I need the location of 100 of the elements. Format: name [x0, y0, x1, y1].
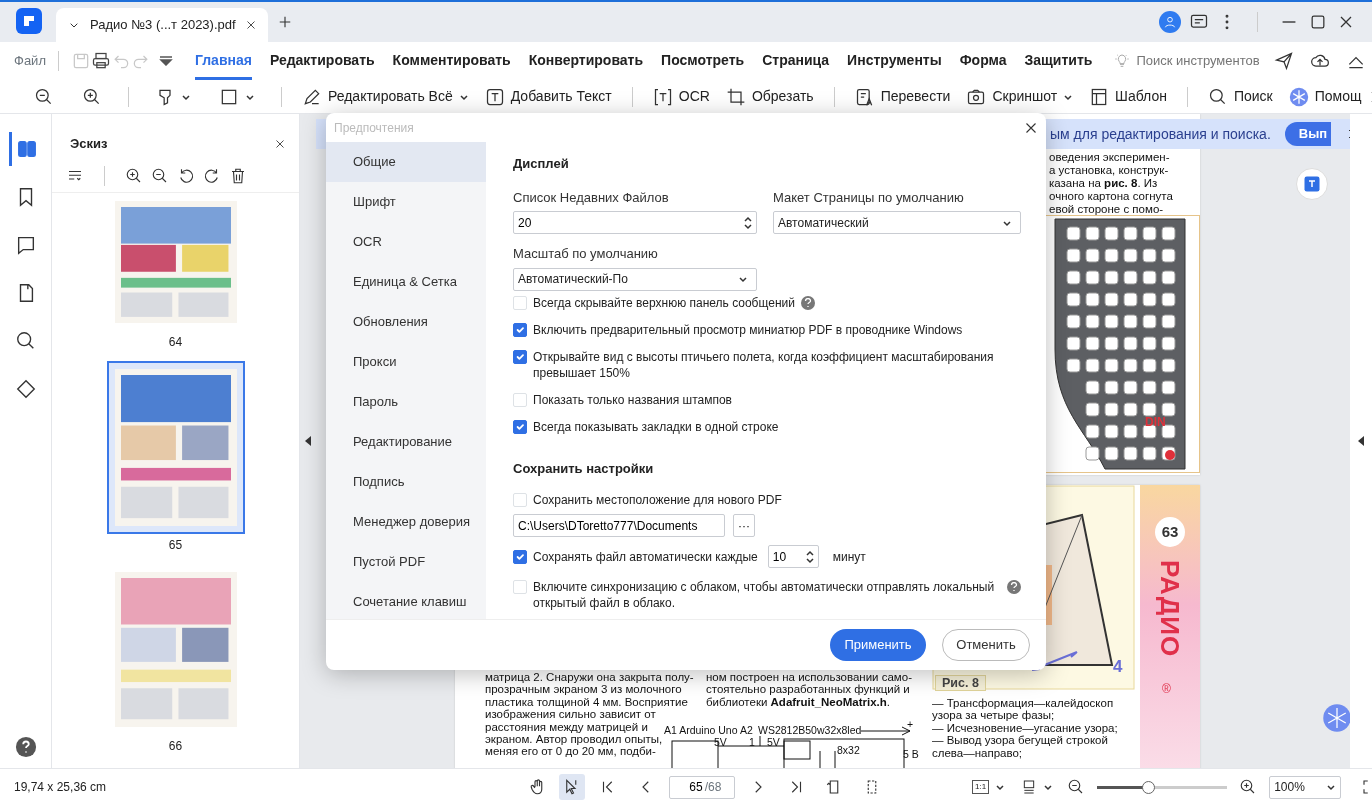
option-label: Сохранять файл автоматически каждые	[533, 548, 758, 565]
cancel-button[interactable]: Отменить	[942, 629, 1030, 661]
toolbar-button[interactable]: Скриншот	[958, 82, 1082, 111]
page-thumbnail[interactable]	[106, 361, 245, 534]
text-line: слева—направо;	[932, 746, 1023, 759]
text-box-icon	[484, 86, 505, 107]
select-field[interactable]: Автоматический-По	[513, 267, 757, 291]
browse-button[interactable]: ···	[733, 514, 755, 537]
layers-icon	[14, 378, 37, 400]
option-label: Включите синхронизацию с облаком, чтобы автоматически отправлять локальный открытый файл в облако.	[533, 579, 996, 611]
slider-thumb[interactable]	[1141, 780, 1155, 794]
schematic-label: 5V	[767, 736, 780, 749]
section-heading: Дисплей	[513, 155, 570, 173]
select-field[interactable]: Автоматический	[773, 211, 1021, 234]
ocr-icon	[1303, 175, 1321, 193]
menu-tab[interactable]: Страница	[762, 42, 830, 80]
apply-button[interactable]: Применить	[830, 629, 926, 661]
avatar-icon[interactable]	[1159, 11, 1181, 33]
stepper-icon[interactable]	[744, 215, 752, 230]
checkbox[interactable]	[513, 349, 527, 364]
translate-icon	[854, 86, 875, 107]
tab-title: Радио №3 (...т 2023).pdf	[90, 16, 236, 35]
collapse-handle[interactable]	[305, 436, 311, 446]
page-field[interactable]: 65 /68	[669, 775, 735, 799]
zoom-out-icon[interactable]	[151, 167, 169, 185]
delete-icon[interactable]	[229, 167, 247, 185]
text-line: меняя его от 0 до 20 мм, подби-	[485, 745, 656, 758]
tool-button[interactable]	[559, 774, 585, 800]
banner-button[interactable]: Вып	[1284, 122, 1332, 146]
settings-nav-item[interactable]: Менеджер доверия	[326, 502, 486, 542]
settings-nav-item[interactable]: Шрифт	[326, 182, 486, 222]
caret-icon	[738, 274, 748, 284]
path-field[interactable]: C:\Users\DToretto777\Documents	[513, 514, 725, 537]
figure-caption: Рис. 8	[935, 675, 986, 692]
page-total: /68	[704, 779, 722, 796]
text-line: стоятельно разработанных функций и	[706, 683, 910, 696]
page-input[interactable]: 65	[682, 778, 703, 796]
schematic-label: A2	[740, 724, 753, 737]
caret-icon	[1326, 782, 1337, 792]
toolbar-button[interactable]: Перевести	[846, 82, 959, 111]
toolbar-button[interactable]: Редактировать Всё	[294, 82, 477, 111]
toolbar-button[interactable]: OCR	[644, 82, 718, 111]
stepper-icon[interactable]	[805, 549, 814, 564]
page-number: 65	[168, 538, 183, 552]
registered-mark: ®	[1162, 681, 1171, 698]
menu-tab[interactable]: Комментировать	[392, 42, 511, 80]
thumbnails-icon	[16, 138, 38, 160]
settings-nav-item[interactable]: Сочетание клавиш	[326, 582, 486, 619]
toolbar-button[interactable]: Добавить Текст	[476, 82, 620, 111]
checkbox[interactable]	[513, 549, 527, 564]
settings-nav-item[interactable]: Пароль	[326, 382, 486, 422]
text-line: ном построен на использовании само-	[706, 671, 912, 684]
number-field[interactable]: 10	[767, 545, 819, 568]
send-icon[interactable]	[1274, 51, 1295, 71]
number-field[interactable]: 20	[513, 211, 757, 234]
help-icon[interactable]	[800, 295, 815, 310]
zoom-out-icon	[34, 86, 54, 107]
expand-handle[interactable]	[1358, 436, 1364, 446]
unit-label: минут	[832, 548, 866, 565]
number-input[interactable]: 10	[772, 548, 806, 565]
schematic-label: +	[907, 718, 914, 731]
settings-nav-item[interactable]: Единица & Сетка	[326, 262, 486, 302]
zoom-in-icon[interactable]	[125, 167, 143, 185]
help-icon[interactable]	[1007, 580, 1021, 594]
toolbar-button[interactable]: Шаблон	[1081, 82, 1175, 111]
menu-tab[interactable]: Защитить	[1024, 42, 1093, 80]
toolbar-button[interactable]: Поиск	[1199, 82, 1281, 111]
settings-nav-item[interactable]: OCR	[326, 222, 486, 262]
settings-nav-item[interactable]: Прокси	[326, 342, 486, 382]
menu-tab[interactable]: Форма	[959, 42, 1007, 80]
settings-nav-item[interactable]: Подпись	[326, 462, 486, 502]
checkbox[interactable]	[513, 419, 527, 434]
magazine-logo: РАДИО	[1155, 560, 1185, 658]
assistant-icon[interactable]	[1322, 703, 1350, 733]
menu-tab[interactable]: Инструменты	[847, 42, 942, 80]
option-label: Открывайте вид с высоты птичьего полета, когда коэффициент масштабирования превышает 150%	[533, 348, 995, 381]
help-icon[interactable]	[14, 736, 37, 758]
option-label: Включить предварительный просмотр миниатюр PDF в проводнике Windows	[533, 321, 963, 338]
path-input[interactable]: C:\Users\DToretto777\Documents	[518, 516, 720, 535]
file-menu[interactable]: Файл	[14, 51, 46, 71]
number-input[interactable]: 20	[518, 213, 744, 232]
menu-tab[interactable]: Редактировать	[269, 42, 375, 80]
settings-nav-item[interactable]: Общие	[326, 142, 486, 182]
zoom-select[interactable]: 100%	[1269, 775, 1342, 799]
toolbar-button[interactable]: Помощ	[1280, 82, 1370, 111]
text-line: — Исчезновение—угасание узора;	[932, 721, 1118, 735]
fit-button[interactable]: 1:1	[970, 778, 1008, 796]
panel-title: Эскиз	[70, 135, 108, 154]
menu-tab[interactable]: Посмотреть	[661, 42, 745, 80]
document-tab[interactable]: Радио №3 (...т 2023).pdf	[56, 8, 268, 42]
ocr-float-button[interactable]	[1296, 168, 1328, 200]
toolbar-button[interactable]: Обрезать	[717, 82, 822, 111]
checkbox[interactable]	[513, 322, 527, 337]
settings-nav-item[interactable]: Обновления	[326, 302, 486, 342]
text-line: оведения эксперимен-	[1049, 151, 1170, 164]
quick-menu-icon[interactable]	[158, 56, 173, 66]
menu-tab[interactable]: Конвертировать	[528, 42, 644, 80]
settings-nav-item[interactable]: Редактирование	[326, 422, 486, 462]
text-line: — Трансформация—калейдоскоп	[932, 697, 1114, 710]
settings-nav-item[interactable]: Пустой PDF	[326, 542, 486, 582]
